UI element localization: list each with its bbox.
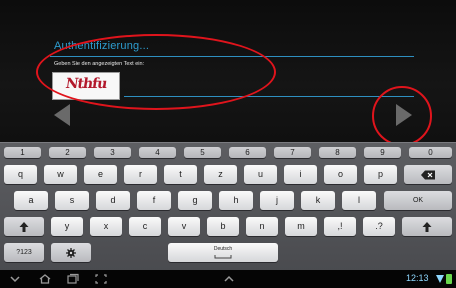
key-n[interactable]: n bbox=[246, 217, 278, 236]
auth-dialog: Authentifizierung... Geben Sie den angez… bbox=[0, 0, 456, 146]
chevron-up-icon[interactable] bbox=[222, 273, 236, 285]
ok-key[interactable]: OK bbox=[384, 191, 452, 210]
key-f[interactable]: f bbox=[137, 191, 171, 210]
shift-key-right[interactable] bbox=[402, 217, 452, 236]
annotation-circle bbox=[372, 86, 432, 146]
key-5[interactable]: 5 bbox=[184, 147, 221, 158]
screen: Authentifizierung... Geben Sie den angez… bbox=[0, 0, 456, 288]
key-8[interactable]: 8 bbox=[319, 147, 356, 158]
key-9[interactable]: 9 bbox=[364, 147, 401, 158]
key-v[interactable]: v bbox=[168, 217, 200, 236]
key-l[interactable]: l bbox=[342, 191, 376, 210]
key-o[interactable]: o bbox=[324, 165, 357, 184]
key-z[interactable]: z bbox=[204, 165, 237, 184]
key-c[interactable]: c bbox=[129, 217, 161, 236]
chevron-down-icon[interactable] bbox=[8, 273, 22, 285]
space-key-label: Deutsch bbox=[213, 246, 233, 252]
key-1[interactable]: 1 bbox=[4, 147, 41, 158]
key-e[interactable]: e bbox=[84, 165, 117, 184]
backspace-icon bbox=[421, 170, 435, 179]
key-2[interactable]: 2 bbox=[49, 147, 86, 158]
settings-key[interactable] bbox=[51, 243, 91, 262]
key-7[interactable]: 7 bbox=[274, 147, 311, 158]
key-x[interactable]: x bbox=[90, 217, 122, 236]
key-q[interactable]: q bbox=[4, 165, 37, 184]
key-3[interactable]: 3 bbox=[94, 147, 131, 158]
key-w[interactable]: w bbox=[44, 165, 77, 184]
prev-arrow-icon[interactable] bbox=[54, 104, 70, 126]
key-comma[interactable]: ,! bbox=[324, 217, 356, 236]
key-6[interactable]: 6 bbox=[229, 147, 266, 158]
key-p[interactable]: p bbox=[364, 165, 397, 184]
shift-icon bbox=[422, 221, 432, 232]
key-a[interactable]: a bbox=[14, 191, 48, 210]
key-i[interactable]: i bbox=[284, 165, 317, 184]
battery-icon bbox=[446, 274, 452, 284]
navigation-bar: 12:13 bbox=[0, 270, 456, 288]
keyboard: 1 2 3 4 5 6 7 8 9 0 q w e r t z u i o p bbox=[0, 142, 456, 271]
screenshot-icon[interactable] bbox=[94, 273, 108, 285]
key-t[interactable]: t bbox=[164, 165, 197, 184]
shift-key-left[interactable] bbox=[4, 217, 44, 236]
backspace-key[interactable] bbox=[404, 165, 452, 184]
key-0[interactable]: 0 bbox=[409, 147, 452, 158]
gear-icon bbox=[66, 247, 76, 258]
annotation-oval bbox=[36, 34, 276, 110]
key-k[interactable]: k bbox=[301, 191, 335, 210]
status-clock: 12:13 bbox=[406, 273, 429, 283]
key-period[interactable]: .? bbox=[363, 217, 395, 236]
space-bar-icon bbox=[214, 255, 232, 259]
key-h[interactable]: h bbox=[219, 191, 253, 210]
recent-apps-icon[interactable] bbox=[66, 273, 80, 285]
key-4[interactable]: 4 bbox=[139, 147, 176, 158]
key-s[interactable]: s bbox=[55, 191, 89, 210]
key-m[interactable]: m bbox=[285, 217, 317, 236]
key-u[interactable]: u bbox=[244, 165, 277, 184]
key-j[interactable]: j bbox=[260, 191, 294, 210]
home-icon[interactable] bbox=[38, 273, 52, 285]
shift-icon bbox=[19, 221, 29, 232]
key-r[interactable]: r bbox=[124, 165, 157, 184]
symbols-key[interactable]: ?123 bbox=[4, 243, 44, 262]
key-b[interactable]: b bbox=[207, 217, 239, 236]
wifi-icon bbox=[436, 275, 444, 283]
key-y[interactable]: y bbox=[51, 217, 83, 236]
key-d[interactable]: d bbox=[96, 191, 130, 210]
space-key[interactable]: Deutsch bbox=[168, 243, 278, 262]
key-g[interactable]: g bbox=[178, 191, 212, 210]
